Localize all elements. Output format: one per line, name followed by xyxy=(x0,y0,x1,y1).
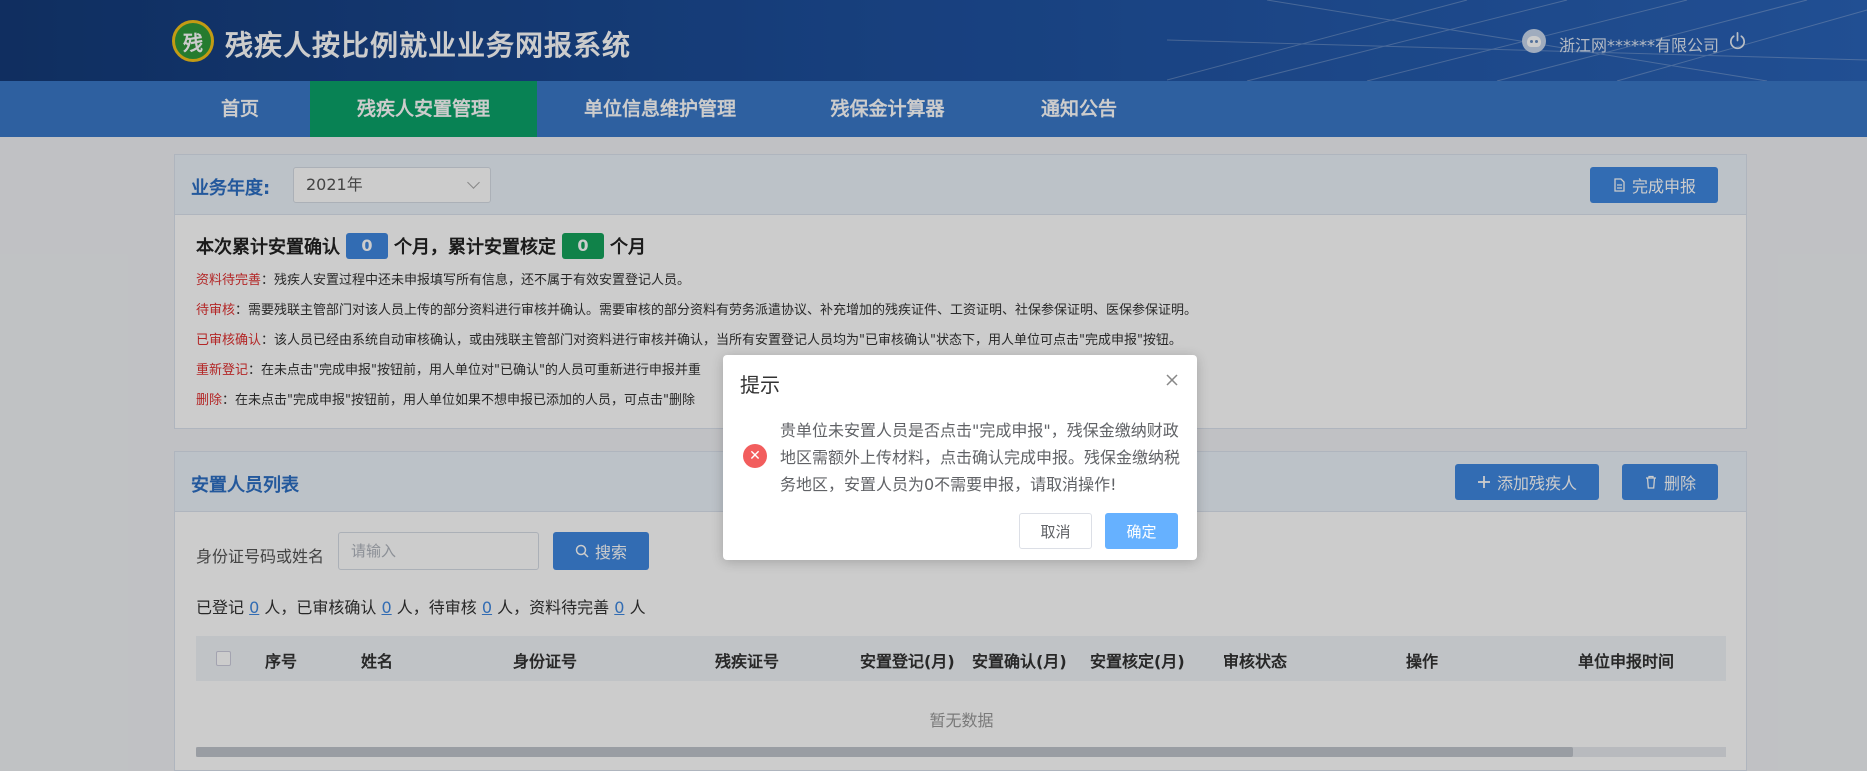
confirm-button[interactable]: 确定 xyxy=(1105,513,1178,549)
dialog-title: 提示 xyxy=(740,373,780,397)
cancel-button[interactable]: 取消 xyxy=(1019,513,1092,549)
close-icon[interactable] xyxy=(1165,373,1179,387)
dialog-message: 贵单位未安置人员是否点击"完成申报"，残保金缴纳财政地区需额外上传材料，点击确认… xyxy=(780,421,1181,494)
confirm-dialog: 提示 ✕ 贵单位未安置人员是否点击"完成申报"，残保金缴纳财政地区需额外上传材料… xyxy=(723,355,1197,560)
error-icon: ✕ xyxy=(743,444,767,468)
